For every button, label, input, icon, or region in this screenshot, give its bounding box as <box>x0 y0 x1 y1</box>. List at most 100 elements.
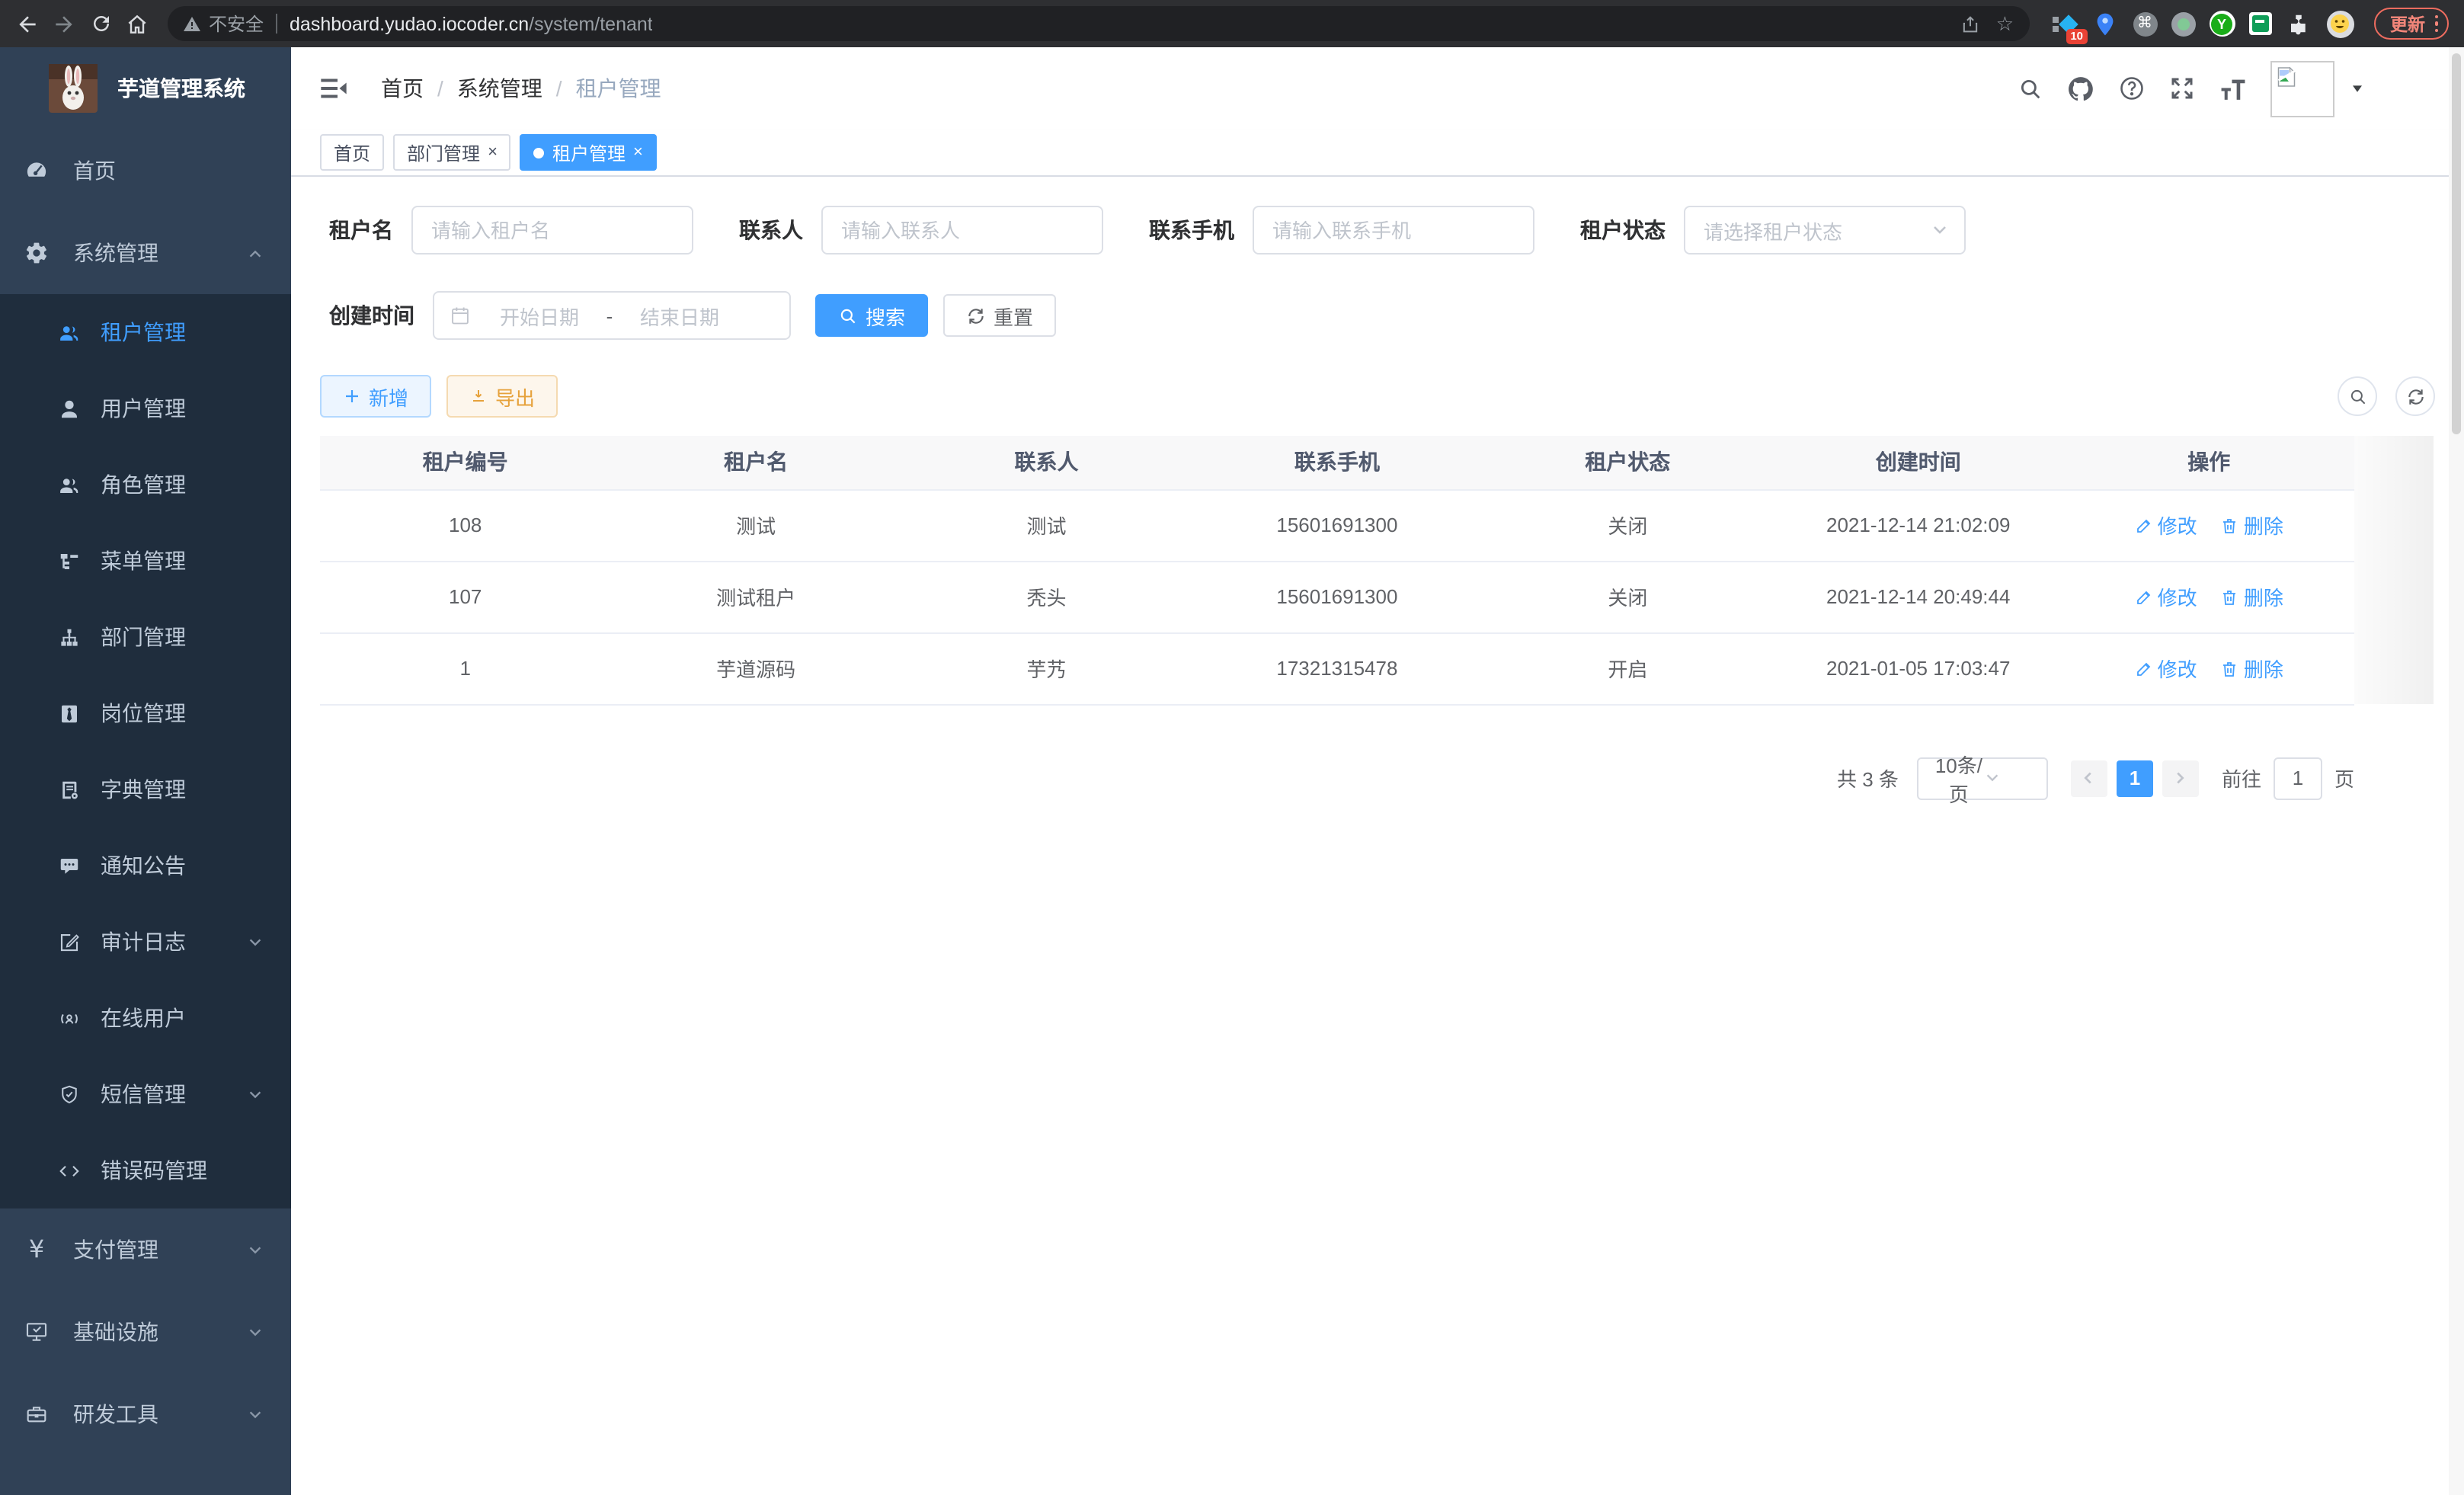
cell-mobile: 15601691300 <box>1192 489 1482 561</box>
roles-icon <box>58 473 81 496</box>
refresh-icon <box>2405 386 2425 406</box>
home-icon[interactable] <box>119 5 155 42</box>
table-header-row: 租户编号 租户名 联系人 联系手机 租户状态 创建时间 操作 <box>320 436 2354 489</box>
cell-name: 芋道源码 <box>610 632 901 704</box>
pagination: 共 3 条 10条/页 1 前往 <box>320 757 2354 799</box>
toggle-search-button[interactable] <box>2338 376 2377 416</box>
help-icon[interactable] <box>2118 75 2146 102</box>
extension-command-icon[interactable]: ⌘ <box>2133 11 2157 36</box>
plus-icon <box>343 387 361 405</box>
tenant-name-input[interactable] <box>411 206 693 255</box>
sidebar-item-notice[interactable]: 通知公告 <box>0 828 291 904</box>
sidebar-item-role[interactable]: 角色管理 <box>0 447 291 523</box>
font-size-icon[interactable] <box>2219 75 2248 101</box>
page-number-button[interactable]: 1 <box>2117 760 2153 796</box>
sidebar-item-label: 短信管理 <box>101 1079 186 1109</box>
sidebar-item-dict[interactable]: 字典管理 <box>0 751 291 828</box>
page-size-select[interactable]: 10条/页 <box>1917 757 2048 799</box>
cell-actions: 修改 删除 <box>2063 489 2354 561</box>
sidebar-item-menu[interactable]: 菜单管理 <box>0 523 291 599</box>
tab-label: 租户管理 <box>552 139 626 165</box>
puzzle-extensions-icon[interactable] <box>2285 10 2312 37</box>
cell-actions: 修改 删除 <box>2063 561 2354 632</box>
kebab-menu-icon[interactable] <box>2434 15 2438 33</box>
delete-link[interactable]: 删除 <box>2221 582 2283 611</box>
add-button[interactable]: 新增 <box>320 375 431 418</box>
collapse-sidebar-icon[interactable] <box>318 73 349 104</box>
tab-dept[interactable]: 部门管理 × <box>393 134 511 171</box>
sidebar-item-pay[interactable]: ¥ 支付管理 <box>0 1208 291 1291</box>
cell-name: 测试 <box>610 489 901 561</box>
edit-link[interactable]: 修改 <box>2135 654 2197 683</box>
goto-page-input[interactable] <box>2274 757 2322 799</box>
url-bar[interactable]: 不安全 dashboard.yudao.iocoder.cn/system/te… <box>168 6 2029 41</box>
back-icon[interactable] <box>9 5 46 42</box>
sidebar-item-error-code[interactable]: 错误码管理 <box>0 1132 291 1208</box>
page-unit-label: 页 <box>2334 764 2354 792</box>
breadcrumb-home[interactable]: 首页 <box>381 73 424 104</box>
sidebar-item-user[interactable]: 用户管理 <box>0 370 291 447</box>
search-icon[interactable] <box>2018 75 2043 101</box>
edit-icon <box>2135 587 2153 606</box>
fullscreen-icon[interactable] <box>2168 75 2196 102</box>
contact-input[interactable] <box>821 206 1103 255</box>
sidebar-item-tenant[interactable]: 租户管理 <box>0 294 291 370</box>
sidebar-item-home[interactable]: 首页 <box>0 130 291 212</box>
sidebar-item-dev-tools[interactable]: 研发工具 <box>0 1373 291 1455</box>
extension-diamond-icon[interactable]: 10 <box>2050 10 2078 37</box>
share-icon[interactable] <box>1960 13 1981 34</box>
search-button[interactable]: 搜索 <box>815 294 928 337</box>
forward-icon[interactable] <box>46 5 82 42</box>
export-button[interactable]: 导出 <box>446 375 558 418</box>
extension-pin-icon[interactable] <box>2091 10 2119 37</box>
col-status: 租户状态 <box>1483 436 1773 489</box>
sidebar-item-dept[interactable]: 部门管理 <box>0 599 291 675</box>
chevron-down-icon <box>247 933 264 950</box>
close-icon[interactable]: × <box>633 143 643 162</box>
sidebar-item-online-user[interactable]: 在线用户 <box>0 980 291 1056</box>
tab-tenant[interactable]: 租户管理 × <box>520 134 657 171</box>
status-select[interactable]: 请选择租户状态 <box>1684 206 1966 255</box>
close-icon[interactable]: × <box>488 143 498 162</box>
extension-y-icon[interactable]: Y <box>2209 11 2235 37</box>
table-toolbar: 新增 导出 <box>320 375 2435 418</box>
scrollbar[interactable] <box>2449 47 2464 1495</box>
sidebar-item-infra[interactable]: 基础设施 <box>0 1291 291 1373</box>
extension-dot-icon[interactable] <box>2171 11 2195 36</box>
breadcrumb-system[interactable]: 系统管理 <box>457 73 542 104</box>
delete-link[interactable]: 删除 <box>2221 654 2283 683</box>
edit-icon <box>2135 659 2153 677</box>
security-label[interactable]: 不安全 <box>209 11 264 37</box>
reset-button[interactable]: 重置 <box>943 294 1056 337</box>
scrollbar-thumb[interactable] <box>2452 53 2461 434</box>
edit-link[interactable]: 修改 <box>2135 511 2197 539</box>
cell-mobile: 15601691300 <box>1192 561 1482 632</box>
user-avatar[interactable] <box>2270 60 2334 117</box>
profile-avatar-icon[interactable] <box>2326 10 2354 37</box>
url-text[interactable]: dashboard.yudao.iocoder.cn/system/tenant <box>290 13 653 34</box>
reload-icon[interactable] <box>82 5 119 42</box>
bookmark-star-icon[interactable]: ☆ <box>1996 14 2014 34</box>
date-range-picker[interactable]: 开始日期 - 结束日期 <box>433 291 791 340</box>
tab-home[interactable]: 首页 <box>320 134 384 171</box>
sidebar-item-post[interactable]: 岗位管理 <box>0 675 291 751</box>
filter-row-1: 租户名 联系人 联系手机 租户状态 请选择租户状态 <box>320 206 2435 255</box>
chrome-update-button[interactable]: 更新 <box>2373 8 2449 40</box>
mobile-input[interactable] <box>1253 206 1534 255</box>
sidebar-item-sms[interactable]: 短信管理 <box>0 1056 291 1132</box>
app-logo-row[interactable]: 芋道管理系统 <box>0 47 291 130</box>
sidebar-item-system[interactable]: 系统管理 <box>0 212 291 294</box>
dept-org-icon <box>58 626 81 648</box>
user-icon <box>58 397 81 420</box>
github-icon[interactable] <box>2066 74 2095 103</box>
edit-link[interactable]: 修改 <box>2135 582 2197 611</box>
delete-link[interactable]: 删除 <box>2221 511 2283 539</box>
audit-log-icon <box>58 930 81 953</box>
extension-chat-icon[interactable] <box>2248 12 2271 35</box>
refresh-table-button[interactable] <box>2395 376 2435 416</box>
caret-down-icon[interactable] <box>2348 79 2366 98</box>
tab-label: 首页 <box>334 139 370 165</box>
prev-page-button[interactable] <box>2071 760 2107 796</box>
sidebar-item-audit-log[interactable]: 审计日志 <box>0 904 291 980</box>
next-page-button[interactable] <box>2162 760 2199 796</box>
